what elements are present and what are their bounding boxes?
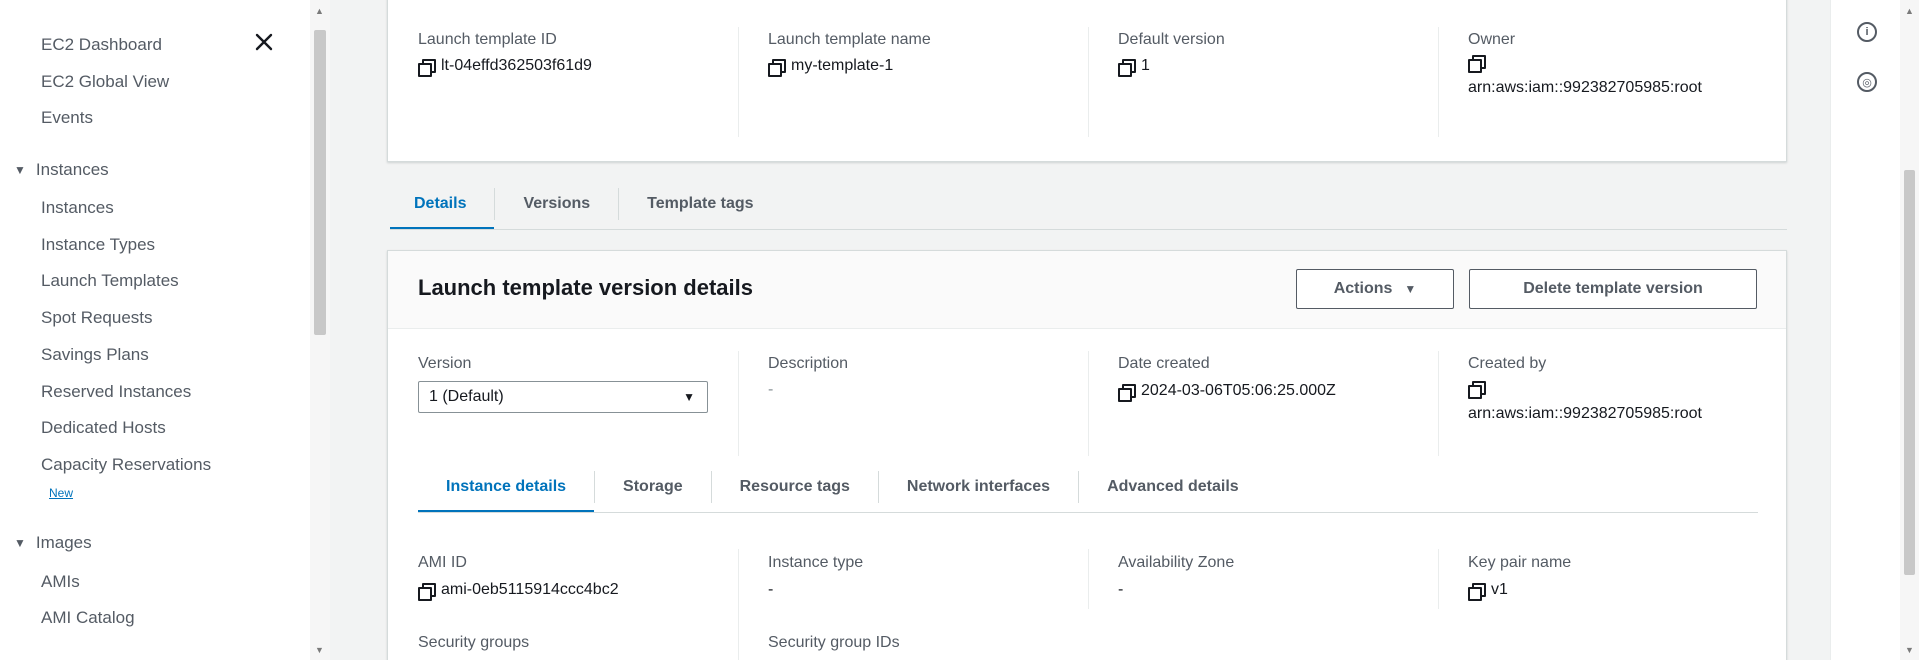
version-select[interactable]: 1 (Default) ▼ bbox=[418, 381, 708, 413]
copy-icon[interactable] bbox=[1468, 55, 1486, 73]
scrollbar-thumb[interactable] bbox=[314, 30, 326, 335]
main-content: Launch template ID lt-04effd362503f61d9 … bbox=[330, 0, 1830, 660]
copy-icon[interactable] bbox=[1118, 383, 1136, 402]
tab-storage[interactable]: Storage bbox=[595, 461, 711, 513]
new-badge: New bbox=[49, 486, 74, 500]
tabs-underline bbox=[390, 229, 1787, 230]
sidebar-link-ec2-global-view[interactable]: EC2 Global View bbox=[41, 72, 169, 92]
divider bbox=[738, 549, 739, 660]
scroll-down-arrow-icon[interactable]: ▼ bbox=[315, 645, 324, 655]
security-groups-label: Security groups bbox=[418, 634, 530, 651]
copy-icon[interactable] bbox=[418, 58, 436, 77]
default-version-value: 1 bbox=[1118, 57, 1150, 77]
owner-label: Owner bbox=[1468, 31, 1516, 48]
description-value: - bbox=[768, 381, 774, 398]
tab-advanced-details[interactable]: Advanced details bbox=[1079, 461, 1267, 513]
caret-down-icon: ▼ bbox=[14, 163, 26, 177]
scroll-up-arrow-icon[interactable]: ▲ bbox=[1905, 6, 1914, 16]
divider bbox=[1438, 549, 1439, 609]
notifications-icon[interactable]: ◎ bbox=[1857, 72, 1877, 92]
sidebar-item-amis[interactable]: AMIs bbox=[41, 572, 80, 592]
divider bbox=[1088, 27, 1089, 137]
sidebar-link-ec2-dashboard[interactable]: EC2 Dashboard bbox=[41, 35, 162, 55]
page-scrollbar[interactable]: ▲ ▼ bbox=[1900, 0, 1919, 660]
date-created-label: Date created bbox=[1118, 355, 1210, 372]
divider bbox=[1438, 27, 1439, 137]
tab-details[interactable]: Details bbox=[390, 178, 495, 230]
template-name-value: my-template-1 bbox=[768, 57, 893, 77]
template-tabs: Details Versions Template tags bbox=[390, 178, 782, 230]
description-label: Description bbox=[768, 355, 849, 372]
tab-resource-tags[interactable]: Resource tags bbox=[712, 461, 878, 513]
sidebar-section-instances[interactable]: ▼ Instances bbox=[14, 160, 109, 180]
divider bbox=[1088, 351, 1089, 456]
sidebar-item-capacity-reservations[interactable]: Capacity Reservations bbox=[41, 455, 211, 475]
copy-icon[interactable] bbox=[1468, 381, 1486, 399]
tab-versions[interactable]: Versions bbox=[495, 178, 618, 230]
sidebar-item-instances[interactable]: Instances bbox=[41, 198, 114, 218]
sidebar-item-dedicated-hosts[interactable]: Dedicated Hosts bbox=[41, 418, 166, 438]
template-id-label: Launch template ID bbox=[418, 31, 557, 48]
scroll-up-arrow-icon[interactable]: ▲ bbox=[315, 6, 324, 16]
key-pair-value: v1 bbox=[1468, 581, 1508, 601]
version-details-panel: Launch template version details Actions … bbox=[387, 250, 1787, 660]
actions-button[interactable]: Actions ▼ bbox=[1296, 269, 1454, 309]
sidebar-item-launch-templates[interactable]: Launch Templates bbox=[41, 271, 179, 291]
owner-value: arn:aws:iam::992382705985:root bbox=[1468, 55, 1768, 99]
copy-icon[interactable] bbox=[1468, 582, 1486, 601]
sidebar-section-images[interactable]: ▼ Images bbox=[14, 533, 92, 553]
right-utility-rail: i ◎ bbox=[1830, 0, 1900, 660]
sidebar-item-instance-types[interactable]: Instance Types bbox=[41, 235, 155, 255]
sidebar-scrollbar[interactable]: ▲ ▼ bbox=[310, 0, 330, 660]
sidebar-item-reserved-instances[interactable]: Reserved Instances bbox=[41, 382, 191, 402]
sidebar: EC2 Dashboard EC2 Global View Events ▼ I… bbox=[0, 0, 310, 660]
created-by-label: Created by bbox=[1468, 355, 1547, 372]
sidebar-item-savings-plans[interactable]: Savings Plans bbox=[41, 345, 149, 365]
caret-down-icon: ▼ bbox=[1404, 282, 1417, 296]
info-icon[interactable]: i bbox=[1857, 22, 1877, 42]
sidebar-link-events[interactable]: Events bbox=[41, 108, 93, 128]
sidebar-section-label: Images bbox=[35, 533, 92, 552]
key-pair-label: Key pair name bbox=[1468, 554, 1572, 571]
date-created-value: 2024-03-06T05:06:25.000Z bbox=[1118, 382, 1336, 402]
copy-icon[interactable] bbox=[768, 58, 786, 77]
copy-icon[interactable] bbox=[418, 582, 436, 601]
caret-down-icon: ▼ bbox=[683, 390, 695, 404]
security-group-ids-label: Security group IDs bbox=[768, 634, 900, 651]
version-detail-tabs: Instance details Storage Resource tags N… bbox=[418, 461, 1267, 513]
version-label: Version bbox=[418, 355, 472, 372]
divider bbox=[738, 27, 739, 137]
availability-zone-label: Availability Zone bbox=[1118, 554, 1235, 571]
sidebar-section-label: Instances bbox=[35, 160, 109, 179]
divider bbox=[1088, 549, 1089, 609]
sidebar-item-ami-catalog[interactable]: AMI Catalog bbox=[41, 608, 135, 628]
template-name-label: Launch template name bbox=[768, 31, 931, 48]
delete-template-version-button[interactable]: Delete template version bbox=[1469, 269, 1757, 309]
scrollbar-thumb[interactable] bbox=[1904, 170, 1915, 575]
summary-panel: Launch template ID lt-04effd362503f61d9 … bbox=[387, 0, 1787, 162]
ami-id-label: AMI ID bbox=[418, 554, 467, 571]
tab-template-tags[interactable]: Template tags bbox=[619, 178, 781, 230]
instance-type-label: Instance type bbox=[768, 554, 864, 571]
close-icon[interactable] bbox=[252, 30, 276, 54]
copy-icon[interactable] bbox=[1118, 58, 1136, 77]
sidebar-item-spot-requests[interactable]: Spot Requests bbox=[41, 308, 153, 328]
divider bbox=[738, 351, 739, 456]
default-version-label: Default version bbox=[1118, 31, 1225, 48]
ami-id-value: ami-0eb5115914ccc4bc2 bbox=[418, 581, 619, 601]
tab-instance-details[interactable]: Instance details bbox=[418, 461, 595, 513]
caret-down-icon: ▼ bbox=[14, 536, 26, 550]
scroll-down-arrow-icon[interactable]: ▼ bbox=[1905, 645, 1914, 655]
tab-network-interfaces[interactable]: Network interfaces bbox=[879, 461, 1078, 513]
created-by-value: arn:aws:iam::992382705985:root bbox=[1468, 381, 1768, 425]
instance-type-value: - bbox=[768, 581, 774, 598]
panel-title: Launch template version details bbox=[418, 275, 753, 300]
inner-tabs-underline bbox=[418, 512, 1758, 513]
template-id-value: lt-04effd362503f61d9 bbox=[418, 57, 592, 77]
divider bbox=[1438, 351, 1439, 456]
availability-zone-value: - bbox=[1118, 581, 1124, 598]
